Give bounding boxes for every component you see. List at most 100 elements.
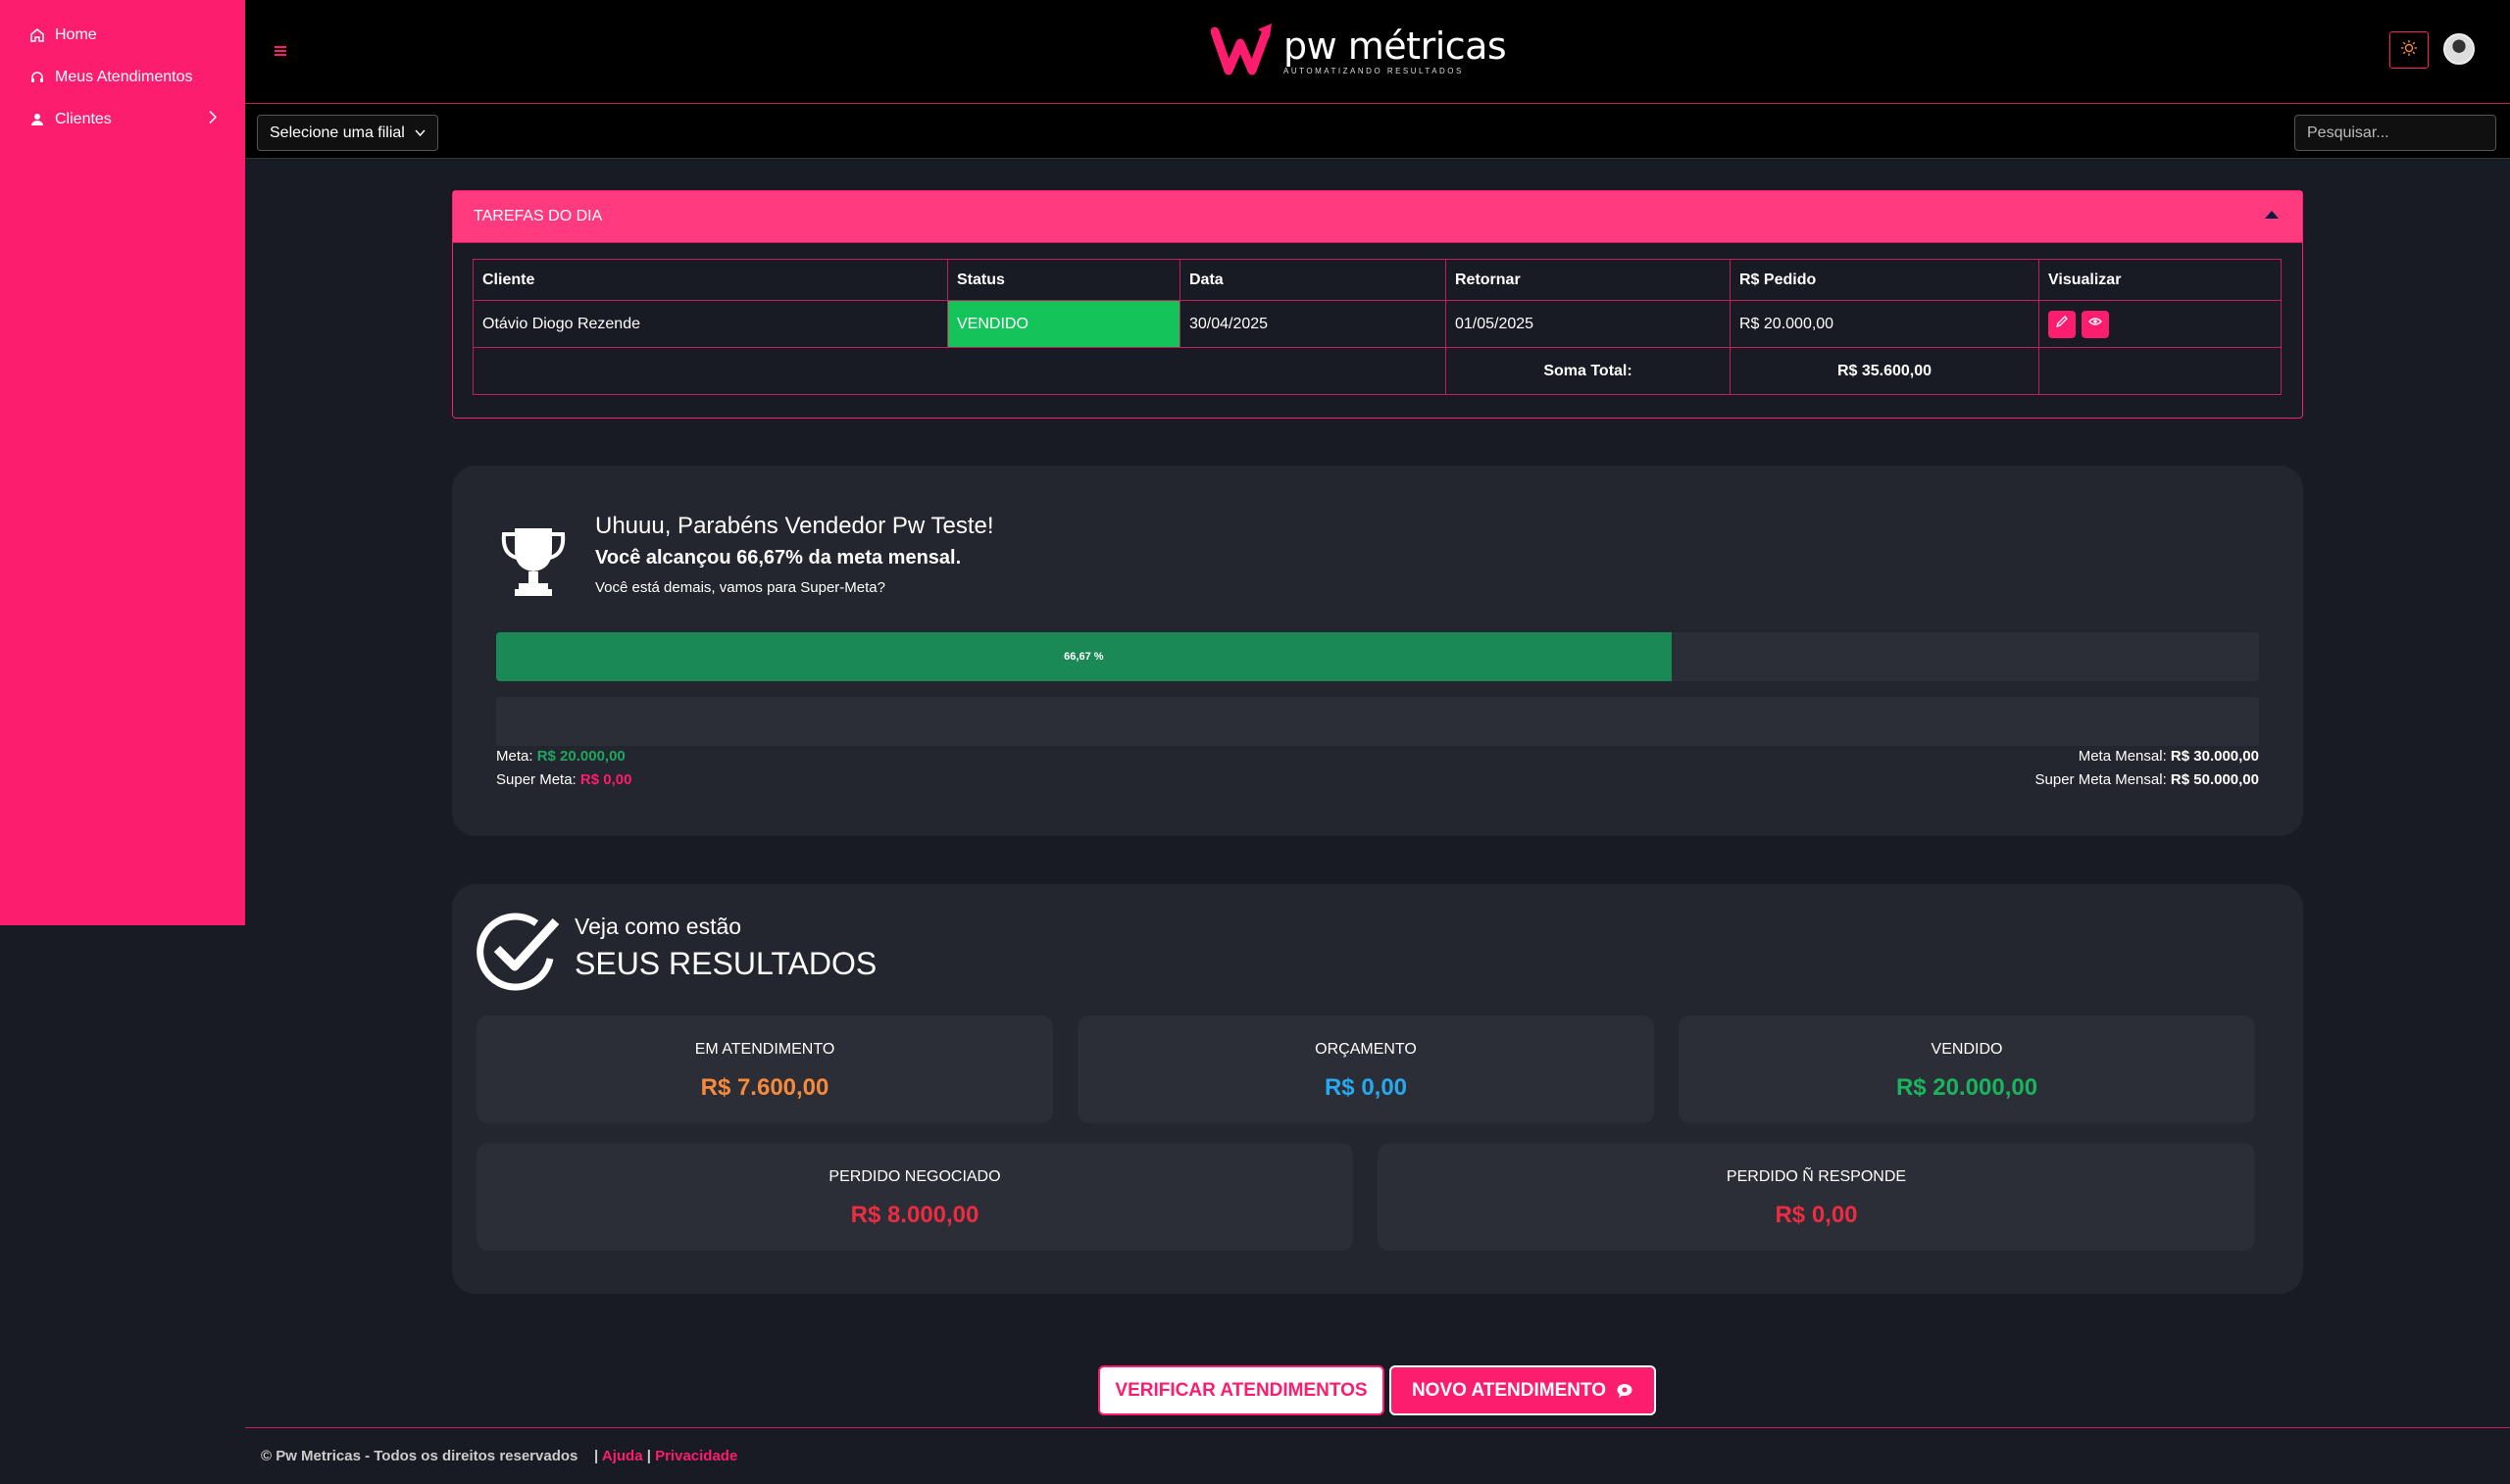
results-card: Veja como estão SEUS RESULTADOS EM ATEND… [452, 884, 2303, 1294]
cell-visualizar [2038, 300, 2282, 348]
result-perdido-nao-responde: PERDIDO Ñ RESPONDE R$ 0,00 [1378, 1143, 2255, 1251]
result-value: R$ 20.000,00 [1895, 1074, 2038, 1101]
sidebar-item-label: Clientes [55, 110, 112, 127]
theme-toggle-button[interactable] [2389, 31, 2429, 69]
result-perdido-negociado: PERDIDO NEGOCIADO R$ 8.000,00 [477, 1143, 1353, 1251]
meta-label: Meta: [496, 748, 533, 765]
goal-progress-bar: 66,67 % [496, 632, 2259, 681]
super-value: R$ 0,00 [579, 771, 632, 788]
goal-card: Uhuuu, Parabéns Vendedor Pw Teste! Você … [452, 466, 2303, 836]
results-title: SEUS RESULTADOS [575, 946, 878, 981]
logo-tagline: AUTOMATIZANDO RESULTADOS [1283, 67, 1464, 75]
result-label: PERDIDO Ñ RESPONDE [1726, 1168, 1907, 1185]
branch-select-value: Selecione uma filial [270, 124, 405, 141]
monthly-label: Meta Mensal: [2078, 748, 2167, 765]
footer-separator: | [646, 1448, 651, 1464]
footer-divider [245, 1427, 2510, 1428]
cell-retornar: 01/05/2025 [1445, 300, 1731, 348]
tasks-card-title: TAREFAS DO DIA [474, 208, 603, 224]
privacy-link[interactable]: Privacidade [655, 1448, 737, 1464]
new-appointment-label: NOVO ATENDIMENTO [1411, 1379, 1607, 1401]
column-header: Visualizar [2038, 259, 2282, 301]
column-header: Data [1180, 259, 1446, 301]
goal-progress-fill: 66,67 % [496, 632, 1672, 681]
super-goal-progress-bar [496, 697, 2259, 746]
logo-mark-icon [1210, 22, 1276, 81]
status-badge: VENDIDO [947, 300, 1180, 348]
result-vendido: VENDIDO R$ 20.000,00 [1679, 1015, 2255, 1123]
cell-empty [2038, 347, 2282, 395]
footer: © Pw Metricas - Todos os direitos reserv… [261, 1448, 737, 1464]
total-value: R$ 35.600,00 [1730, 347, 2039, 395]
column-header: Retornar [1445, 259, 1731, 301]
total-row: Soma Total: R$ 35.600,00 [473, 347, 2282, 395]
eye-icon [2088, 315, 2102, 333]
cell-pedido: R$ 20.000,00 [1730, 300, 2039, 348]
goal-super-line: Super Meta: R$ 0,00 [496, 771, 631, 788]
logo-title: pw métricas [1283, 25, 1507, 68]
collapse-caret-icon[interactable] [2265, 211, 2279, 219]
result-label: PERDIDO NEGOCIADO [828, 1168, 1001, 1185]
table-row: Otávio Diogo Rezende VENDIDO 30/04/2025 … [473, 300, 2282, 348]
home-icon [27, 25, 47, 45]
goal-super-monthly-line: Super Meta Mensal: R$ 50.000,00 [2035, 771, 2259, 788]
edit-button[interactable] [2048, 310, 2076, 338]
goal-subtitle: Você alcançou 66,67% da meta mensal. [595, 547, 962, 569]
result-em-atendimento: EM ATENDIMENTO R$ 7.600,00 [477, 1015, 1053, 1123]
chat-bubble-icon [1616, 1383, 1633, 1399]
result-value: R$ 0,00 [1775, 1202, 1858, 1228]
cell-empty [473, 347, 1446, 395]
result-value: R$ 7.600,00 [700, 1074, 829, 1101]
menu-toggle-icon[interactable] [275, 43, 286, 61]
sidebar-item-meus-atendimentos[interactable]: Meus Atendimentos [0, 56, 245, 98]
footer-separator: | [581, 1448, 599, 1464]
goal-monthly-line: Meta Mensal: R$ 30.000,00 [2079, 748, 2259, 765]
total-label: Soma Total: [1445, 347, 1731, 395]
goal-title: Uhuuu, Parabéns Vendedor Pw Teste! [595, 513, 994, 539]
cell-data: 30/04/2025 [1180, 300, 1446, 348]
cell-cliente: Otávio Diogo Rezende [473, 300, 948, 348]
header: pw métricas AUTOMATIZANDO RESULTADOS [245, 0, 2510, 104]
new-appointment-button[interactable]: NOVO ATENDIMENTO [1389, 1365, 1656, 1415]
user-icon [27, 110, 47, 129]
filter-bar: Selecione uma filial [245, 104, 2510, 159]
search-input[interactable] [2294, 115, 2496, 151]
trophy-icon [499, 524, 568, 604]
branch-select[interactable]: Selecione uma filial [257, 115, 438, 151]
tasks-card: TAREFAS DO DIA Cliente Status Data Retor… [452, 190, 2303, 419]
avatar[interactable] [2443, 33, 2475, 65]
view-button[interactable] [2082, 310, 2109, 338]
result-label: EM ATENDIMENTO [694, 1041, 835, 1058]
sidebar-item-home[interactable]: Home [0, 14, 245, 56]
tasks-card-header[interactable]: TAREFAS DO DIA [453, 191, 2302, 243]
chevron-right-icon [208, 110, 218, 128]
help-link[interactable]: Ajuda [602, 1448, 643, 1464]
chevron-down-icon [415, 124, 426, 142]
footer-copyright: © Pw Metricas - Todos os direitos reserv… [261, 1448, 578, 1464]
result-label: VENDIDO [1931, 1041, 2003, 1058]
meta-value: R$ 20.000,00 [536, 748, 626, 765]
column-header: R$ Pedido [1730, 259, 2039, 301]
results-subtitle: Veja como estão [575, 914, 742, 939]
super-label: Super Meta: [496, 771, 577, 788]
super-monthly-label: Super Meta Mensal: [2034, 771, 2167, 788]
sidebar-item-label: Home [55, 25, 97, 43]
sidebar-item-label: Meus Atendimentos [55, 68, 193, 85]
result-value: R$ 8.000,00 [850, 1202, 979, 1228]
logo[interactable]: pw métricas AUTOMATIZANDO RESULTADOS [1210, 22, 1507, 81]
column-header: Status [947, 259, 1180, 301]
monthly-value: R$ 30.000,00 [2170, 748, 2259, 765]
headset-icon [27, 68, 47, 87]
sidebar-item-clientes[interactable]: Clientes [0, 98, 245, 140]
goal-progress-label: 66,67 % [1064, 651, 1104, 663]
check-circle-icon [476, 910, 562, 999]
result-value: R$ 0,00 [1324, 1074, 1408, 1101]
result-orcamento: ORÇAMENTO R$ 0,00 [1078, 1015, 1654, 1123]
super-monthly-value: R$ 50.000,00 [2170, 771, 2259, 788]
sun-icon [2400, 39, 2418, 62]
goal-meta-line: Meta: R$ 20.000,00 [496, 748, 626, 765]
result-label: ORÇAMENTO [1315, 1041, 1417, 1058]
pencil-icon [2055, 315, 2069, 333]
tasks-table: Cliente Status Data Retornar R$ Pedido V… [473, 259, 2282, 395]
verify-appointments-button[interactable]: VERIFICAR ATENDIMENTOS [1098, 1365, 1384, 1415]
